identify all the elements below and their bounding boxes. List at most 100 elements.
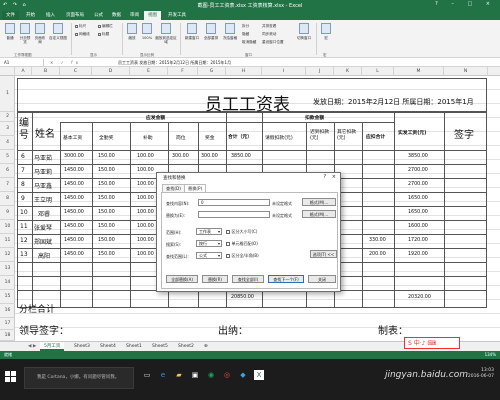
edge-icon[interactable]: e	[158, 370, 168, 380]
employee-subsidy[interactable]: 100.00	[137, 252, 154, 257]
row-header[interactable]: 2	[0, 112, 15, 122]
employee-base[interactable]: 1450.00	[64, 168, 84, 173]
formula-input[interactable]: 员工工资表 发放日期：2015年2月12日 所属日期：2015年1月	[118, 59, 231, 66]
employee-full[interactable]: 150.00	[98, 154, 115, 159]
window-controls[interactable]: ? – □ ×	[435, 1, 496, 7]
replace-button[interactable]: 替换(R)	[202, 275, 228, 283]
tab-find[interactable]: 查找(D)	[162, 184, 185, 192]
row-header[interactable]: 17	[0, 318, 15, 330]
zoom-level[interactable]: 134%	[485, 351, 496, 359]
employee-name[interactable]: 高阳	[38, 251, 50, 260]
match-case-checkbox[interactable]: 区分大小写(C)	[226, 229, 257, 235]
row-header[interactable]: 18	[0, 330, 15, 341]
header-name[interactable]: 姓名	[35, 125, 55, 140]
match-entire-cell-checkbox[interactable]: 单元格匹配(O)	[226, 241, 258, 247]
file-explorer-icon[interactable]: ▰	[174, 370, 184, 380]
employee-no[interactable]: 12	[20, 237, 28, 244]
header-subsidy[interactable]: 补助	[143, 134, 153, 141]
employee-no[interactable]: 13	[20, 251, 28, 258]
new-window-button[interactable]: 新建窗口	[183, 23, 201, 40]
employee-actual[interactable]: 3850.00	[408, 154, 428, 159]
hide-button[interactable]: 隐藏	[242, 32, 249, 36]
custom-views-button[interactable]: 自定义视图	[48, 23, 68, 40]
arrange-all-button[interactable]: 全部重排	[202, 23, 220, 40]
employee-no[interactable]: 10	[20, 209, 28, 216]
clock[interactable]: 13:03 2016-06-07	[468, 368, 494, 380]
column-header-n[interactable]: N	[444, 67, 488, 76]
employee-actual[interactable]: 1720.00	[408, 238, 428, 243]
switch-window-button[interactable]: 切换窗口	[295, 23, 313, 40]
employee-actual[interactable]: 2700.00	[408, 182, 428, 187]
tab-review[interactable]: 审阅	[126, 11, 143, 20]
formula-bar-checkbox[interactable]: 编辑栏	[98, 24, 113, 28]
employee-no[interactable]: 7	[21, 167, 25, 174]
sheet-tab[interactable]: Sheet1	[122, 342, 146, 351]
employee-subsidy[interactable]: 100.00	[137, 224, 154, 229]
row-header[interactable]: 1	[0, 76, 15, 112]
row-header[interactable]: 12	[0, 248, 15, 262]
employee-actual[interactable]: 1650.00	[408, 196, 428, 201]
header-total[interactable]: 合计（元）	[228, 133, 252, 140]
employee-actual[interactable]: 1650.00	[408, 210, 428, 215]
sheet-dates[interactable]: 发放日期：2015年2月12日 所属日期：2015年1月	[313, 97, 474, 107]
row-header[interactable]: 6	[0, 164, 15, 178]
employee-actual[interactable]: 2700.00	[408, 168, 428, 173]
options-button[interactable]: 选项(T) <<	[310, 250, 337, 258]
employee-name[interactable]: 马亚莉	[34, 167, 52, 176]
reset-position-button[interactable]: 重设窗口位置	[262, 40, 284, 44]
total-label[interactable]: 分栏合计	[19, 302, 55, 315]
total-sum[interactable]: 20850.00	[231, 295, 254, 300]
header-deduct-total[interactable]: 应扣合计	[366, 133, 385, 140]
close-icon[interactable]: ×	[332, 174, 336, 180]
employee-subsidy[interactable]: 100.00	[137, 210, 154, 215]
column-header-e[interactable]: E	[130, 67, 168, 76]
employee-name[interactable]: 郑国斌	[34, 237, 52, 246]
footer-cashier[interactable]: 出纳：	[218, 322, 248, 337]
row-header[interactable]: 5	[0, 150, 15, 164]
sheet-tab[interactable]: Sheet3	[70, 342, 94, 351]
split-button[interactable]: 拆分	[242, 24, 249, 28]
headings-checkbox[interactable]: 标题	[98, 32, 109, 36]
employee-full[interactable]: 150.00	[98, 252, 115, 257]
total-actual[interactable]: 20320.00	[408, 295, 431, 300]
tab-file[interactable]: 文件	[2, 11, 19, 20]
search-select[interactable]: 按行	[196, 240, 222, 247]
tab-replace[interactable]: 替换(P)	[184, 184, 207, 192]
column-header-i[interactable]: I	[262, 67, 306, 76]
header-signature[interactable]: 签字	[454, 126, 474, 141]
tab-data[interactable]: 数据	[108, 11, 125, 20]
find-next-button[interactable]: 查找下一个(F)	[268, 275, 304, 283]
side-by-side-button[interactable]: 并排查看	[262, 24, 276, 28]
tab-formulas[interactable]: 公式	[90, 11, 107, 20]
column-header-d[interactable]: D	[92, 67, 130, 76]
header-full-attendance[interactable]: 全勤奖	[99, 134, 113, 141]
tab-home[interactable]: 开始	[22, 11, 39, 20]
employee-subsidy[interactable]: 100.00	[137, 182, 154, 187]
sheet-tab-may-salary[interactable]: 5月工资	[40, 342, 65, 351]
row-header[interactable]: 16	[0, 304, 15, 318]
tab-insert[interactable]: 插入	[42, 11, 59, 20]
employee-subsidy[interactable]: 100.00	[137, 238, 154, 243]
header-pay-group[interactable]: 应发金额	[146, 114, 165, 121]
employee-base[interactable]: 3000.00	[64, 154, 84, 159]
formula-buttons[interactable]: ✕ ✓ fx	[50, 59, 81, 66]
freeze-panes-button[interactable]: 冻结窗格	[221, 23, 239, 40]
employee-no[interactable]: 6	[21, 153, 25, 160]
employee-base[interactable]: 1450.00	[64, 252, 84, 257]
macros-button[interactable]: 宏	[319, 23, 333, 40]
header-late-deduct[interactable]: 迟到扣款(元)	[310, 130, 332, 142]
within-select[interactable]: 工作表	[196, 228, 222, 235]
row-header[interactable]: 14	[0, 276, 15, 290]
employee-full[interactable]: 150.00	[98, 238, 115, 243]
employee-full[interactable]: 150.00	[98, 182, 115, 187]
employee-full[interactable]: 150.00	[98, 196, 115, 201]
employee-name[interactable]: 张爱琴	[34, 223, 52, 232]
employee-name[interactable]: 马亚鑫	[34, 181, 52, 190]
footer-leader-signature[interactable]: 领导签字：	[19, 322, 69, 337]
row-header[interactable]: 4	[0, 136, 15, 150]
add-sheet-button[interactable]: ⊕	[200, 342, 212, 351]
employee-base[interactable]: 1450.00	[64, 182, 84, 187]
employee-bonus[interactable]: 300.00	[201, 154, 218, 159]
employee-base[interactable]: 1450.00	[64, 224, 84, 229]
look-in-select[interactable]: 公式	[196, 252, 222, 259]
